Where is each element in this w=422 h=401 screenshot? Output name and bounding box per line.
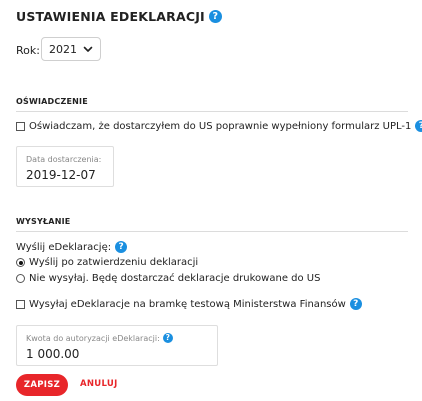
section-heading-wysylanie: WYSYŁANIE <box>16 217 71 226</box>
test-gateway-checkbox-label[interactable]: Wysyłaj eDeklaracje na bramkę testową Mi… <box>29 299 346 310</box>
save-button[interactable]: ZAPISZ <box>16 374 68 396</box>
year-label: Rok: <box>16 44 40 57</box>
year-select[interactable]: 2021 <box>41 37 101 61</box>
send-question-row: Wyślij eDeklarację: ? <box>16 241 128 253</box>
authorization-amount-label: Kwota do autoryzacji eDeklaracji: <box>26 333 160 343</box>
cancel-button[interactable]: ANULUJ <box>80 379 118 389</box>
test-gateway-checkbox-row: Wysyłaj eDeklaracje na bramkę testową Mi… <box>16 298 362 310</box>
send-question-label: Wyślij eDeklarację: <box>16 241 112 253</box>
radio-send-after-approval[interactable]: Wyślij po zatwierdzeniu deklaracji <box>16 257 198 268</box>
help-icon[interactable]: ? <box>415 120 422 132</box>
authorization-amount-field[interactable]: Kwota do autoryzacji eDeklaracji: ? 1 00… <box>16 325 218 366</box>
authorization-amount-label-row: Kwota do autoryzacji eDeklaracji: ? <box>26 333 173 343</box>
section-divider <box>16 111 408 112</box>
help-icon[interactable]: ? <box>208 10 222 23</box>
help-icon[interactable]: ? <box>349 298 362 310</box>
declaration-checkbox-row: Oświadczam, że dostarczyłem do US popraw… <box>16 120 422 132</box>
declaration-checkbox-label[interactable]: Oświadczam, że dostarczyłem do US popraw… <box>29 121 411 132</box>
section-heading-oswiadczenie: OŚWIADCZENIE <box>16 97 88 106</box>
delivery-date-label: Data dostarczenia: <box>26 155 102 164</box>
radio-do-not-send[interactable]: Nie wysyłaj. Będę dostarczać deklaracje … <box>16 273 320 284</box>
section-divider <box>16 231 408 232</box>
delivery-date-value: 2019-12-07 <box>26 168 96 182</box>
authorization-amount-value: 1 000.00 <box>26 347 80 361</box>
help-icon[interactable]: ? <box>162 333 173 343</box>
year-select-value: 2021 <box>49 42 77 56</box>
declaration-checkbox[interactable] <box>16 121 25 131</box>
radio-button[interactable] <box>16 258 25 267</box>
help-icon[interactable]: ? <box>115 241 128 253</box>
page-title: USTAWIENIA EDEKLARACJI? <box>16 9 222 24</box>
radio-button[interactable] <box>16 274 25 283</box>
radio-label[interactable]: Nie wysyłaj. Będę dostarczać deklaracje … <box>29 273 320 284</box>
page-title-text: USTAWIENIA EDEKLARACJI <box>16 9 205 24</box>
delivery-date-field[interactable]: Data dostarczenia: 2019-12-07 <box>16 146 114 187</box>
test-gateway-checkbox[interactable] <box>16 299 25 309</box>
chevron-down-icon <box>83 46 93 52</box>
radio-label[interactable]: Wyślij po zatwierdzeniu deklaracji <box>29 257 198 268</box>
